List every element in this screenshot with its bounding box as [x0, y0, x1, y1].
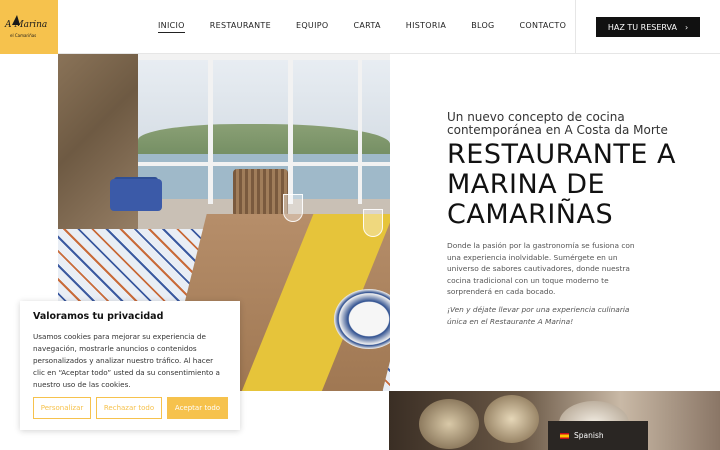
nav-contacto[interactable]: CONTACTO — [520, 21, 567, 33]
hero-subtitle: Un nuevo concepto de cocina contemporáne… — [447, 110, 668, 137]
main-nav: INICIO RESTAURANTE EQUIPO CARTA HISTORIA… — [158, 21, 566, 33]
nav-blog[interactable]: BLOG — [471, 21, 494, 33]
nav-separator — [575, 0, 576, 54]
nav-historia[interactable]: HISTORIA — [406, 21, 446, 33]
cookie-buttons: Personalizar Rechazar todo Aceptar todo — [33, 397, 228, 419]
logo-subtitle: el Camariñas — [10, 33, 37, 38]
cookie-text: Usamos cookies para mejorar su experienc… — [33, 332, 220, 389]
spain-flag-icon — [560, 432, 569, 439]
customize-cookies-button[interactable]: Personalizar — [33, 397, 91, 419]
language-label: Spanish — [574, 431, 604, 440]
reserve-button-label: HAZ TU RESERVA — [607, 22, 677, 32]
hero-tagline: ¡Ven y déjate llevar por una experiencia… — [447, 305, 630, 326]
accept-all-button[interactable]: Aceptar todo — [167, 397, 228, 419]
reject-all-button[interactable]: Rechazar todo — [96, 397, 162, 419]
hero-title: RESTAURANTE A MARINA DE CAMARIÑAS — [447, 139, 677, 230]
chevron-right-icon: › — [684, 22, 689, 32]
logo[interactable]: A Marina el Camariñas — [0, 0, 58, 54]
cookie-title: Valoramos tu privacidad — [33, 311, 164, 322]
nav-restaurante[interactable]: RESTAURANTE — [210, 21, 271, 33]
hero-description: Donde la pasión por la gastronomía se fu… — [447, 241, 635, 296]
nav-inicio[interactable]: INICIO — [158, 21, 185, 33]
nav-carta[interactable]: CARTA — [353, 21, 380, 33]
language-switcher[interactable]: Spanish — [548, 421, 648, 450]
cookie-consent-banner: Valoramos tu privacidad Usamos cookies p… — [20, 301, 240, 430]
logo-name: A Marina — [5, 20, 48, 30]
nav-equipo[interactable]: EQUIPO — [296, 21, 329, 33]
reserve-button[interactable]: HAZ TU RESERVA › — [596, 17, 700, 37]
